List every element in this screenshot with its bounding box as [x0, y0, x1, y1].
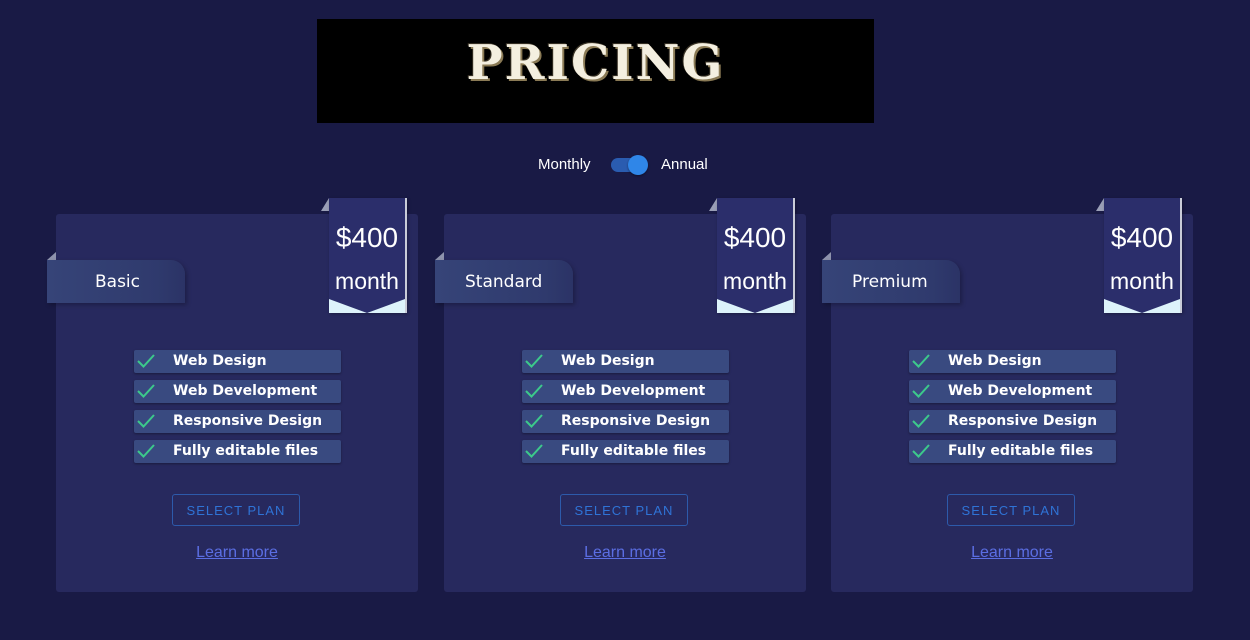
feature-label: Fully editable files — [561, 443, 707, 459]
check-icon — [137, 414, 155, 428]
check-icon — [912, 354, 930, 368]
ribbon-fold — [321, 198, 329, 211]
select-plan-button[interactable]: SELECT PLAN — [560, 494, 688, 526]
page-title: PRICING — [466, 35, 725, 91]
plan-name: Standard — [465, 272, 543, 292]
feature-list: Web Design Web Development Responsive De… — [909, 350, 1116, 470]
price-period: month — [723, 268, 787, 294]
feature-item: Web Development — [522, 380, 729, 403]
annual-label[interactable]: Annual — [661, 156, 708, 173]
billing-switch-knob[interactable] — [628, 155, 648, 175]
feature-item: Web Design — [134, 350, 341, 373]
feature-item: Web Design — [522, 350, 729, 373]
price-amount: $400 — [723, 222, 787, 253]
check-icon — [525, 414, 543, 428]
feature-label: Web Development — [948, 383, 1093, 399]
tab-fold — [822, 252, 831, 260]
pricing-banner: PRICING — [317, 19, 874, 123]
price-ribbon: $400 month — [717, 198, 795, 313]
feature-item: Responsive Design — [522, 410, 729, 433]
price-amount: $400 — [1110, 222, 1174, 253]
feature-item: Fully editable files — [909, 440, 1116, 463]
feature-label: Web Development — [173, 383, 318, 399]
plan-name-tab: Premium — [822, 260, 960, 303]
feature-label: Web Design — [948, 353, 1042, 369]
ribbon-notch — [329, 299, 405, 313]
check-icon — [525, 354, 543, 368]
check-icon — [525, 444, 543, 458]
tab-fold — [47, 252, 56, 260]
billing-toggle: Monthly Annual — [0, 154, 1250, 176]
feature-label: Responsive Design — [173, 413, 323, 429]
check-icon — [137, 354, 155, 368]
ribbon-notch — [1104, 299, 1180, 313]
feature-item: Fully editable files — [522, 440, 729, 463]
tab-fold — [435, 252, 444, 260]
feature-item: Web Development — [909, 380, 1116, 403]
learn-more-link[interactable]: Learn more — [831, 544, 1193, 562]
plan-card-premium: Premium $400 month Web Design Web Develo… — [822, 198, 1193, 592]
feature-label: Responsive Design — [948, 413, 1098, 429]
check-icon — [912, 414, 930, 428]
feature-list: Web Design Web Development Responsive De… — [522, 350, 729, 470]
price-period: month — [1110, 268, 1174, 294]
price-ribbon: $400 month — [1104, 198, 1182, 313]
feature-label: Fully editable files — [948, 443, 1094, 459]
plan-name-tab: Basic — [47, 260, 185, 303]
learn-more-link[interactable]: Learn more — [56, 544, 418, 562]
ribbon-fold — [709, 198, 717, 211]
plan-name: Premium — [852, 272, 928, 292]
feature-label: Web Development — [561, 383, 706, 399]
check-icon — [137, 384, 155, 398]
feature-item: Fully editable files — [134, 440, 341, 463]
feature-list: Web Design Web Development Responsive De… — [134, 350, 341, 470]
plan-card-basic: Basic $400 month Web Design Web Developm… — [47, 198, 418, 592]
check-icon — [912, 384, 930, 398]
price-amount: $400 — [335, 222, 399, 253]
check-icon — [137, 444, 155, 458]
feature-item: Web Design — [909, 350, 1116, 373]
feature-item: Responsive Design — [909, 410, 1116, 433]
check-icon — [912, 444, 930, 458]
feature-label: Responsive Design — [561, 413, 711, 429]
price-ribbon: $400 month — [329, 198, 407, 313]
feature-label: Fully editable files — [173, 443, 319, 459]
feature-label: Web Design — [173, 353, 267, 369]
plan-name-tab: Standard — [435, 260, 573, 303]
monthly-label[interactable]: Monthly — [538, 156, 591, 173]
pricing-page: PRICING Monthly Annual Basic $400 month … — [0, 0, 1250, 640]
plan-card-standard: Standard $400 month Web Design Web Devel… — [435, 198, 806, 592]
ribbon-fold — [1096, 198, 1104, 211]
check-icon — [525, 384, 543, 398]
select-plan-button[interactable]: SELECT PLAN — [172, 494, 300, 526]
select-plan-button[interactable]: SELECT PLAN — [947, 494, 1075, 526]
feature-item: Responsive Design — [134, 410, 341, 433]
price-period: month — [335, 268, 399, 294]
plan-name: Basic — [95, 272, 141, 292]
feature-label: Web Design — [561, 353, 655, 369]
feature-item: Web Development — [134, 380, 341, 403]
ribbon-notch — [717, 299, 793, 313]
learn-more-link[interactable]: Learn more — [444, 544, 806, 562]
